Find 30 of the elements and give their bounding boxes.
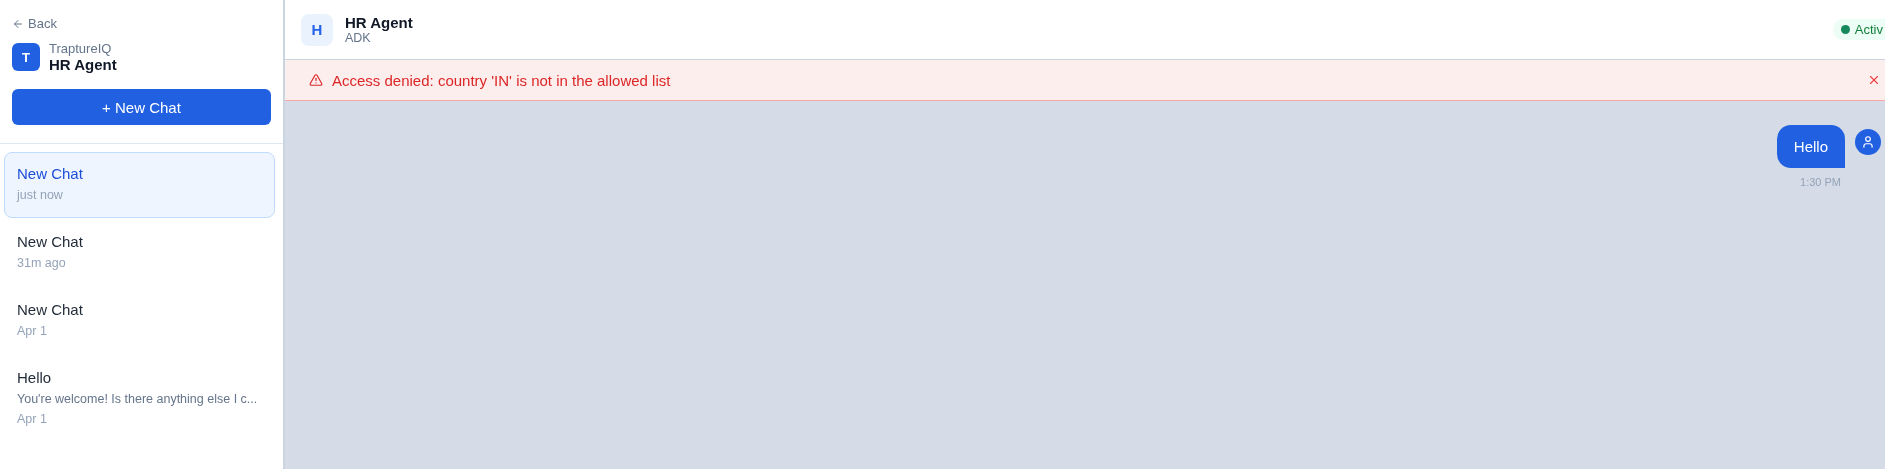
org-name: TraptureIQ [49, 41, 113, 56]
chat-time: Apr 1 [17, 324, 48, 338]
chat-list-item[interactable]: Hello You're welcome! Is there anything else I c... Apr 1 [4, 356, 275, 439]
close-button[interactable] [1867, 73, 1881, 87]
agent-name: HR Agent [49, 56, 117, 73]
error-message: Access denied: country 'IN' is not in the allowed list [332, 71, 671, 89]
chat-title: Hello [17, 369, 53, 386]
chat-list-item[interactable]: New Chat just now [4, 152, 275, 218]
org-logo: T [12, 43, 40, 71]
status-dot-icon [1840, 25, 1850, 34]
chat-list-item[interactable]: New Chat Apr 1 [4, 288, 275, 354]
chat-title: New Chat [17, 301, 84, 318]
chat-time: 31m ago [17, 256, 67, 270]
chat-title: New Chat [17, 165, 84, 182]
header-subtitle: ADK [345, 31, 372, 45]
header-title: HR Agent [345, 14, 413, 31]
chat-list-item[interactable]: New Chat 31m ago [4, 220, 275, 286]
warning-icon [309, 73, 323, 87]
chat-preview: You're welcome! Is there anything else I c... [17, 392, 259, 406]
chat-time: just now [17, 188, 64, 202]
user-avatar-icon [1855, 129, 1881, 155]
new-chat-button[interactable]: + New Chat [12, 89, 271, 125]
back-link[interactable]: Back [12, 16, 57, 31]
message-time: 1:30 PM [1800, 176, 1841, 188]
arrow-left-icon [12, 17, 24, 30]
chat-time: Apr 1 [17, 412, 48, 426]
message-bubble: Hello [1776, 125, 1845, 168]
status-badge: Activ [1832, 19, 1885, 40]
agent-avatar: H [301, 13, 333, 46]
chat-title: New Chat [17, 233, 84, 250]
